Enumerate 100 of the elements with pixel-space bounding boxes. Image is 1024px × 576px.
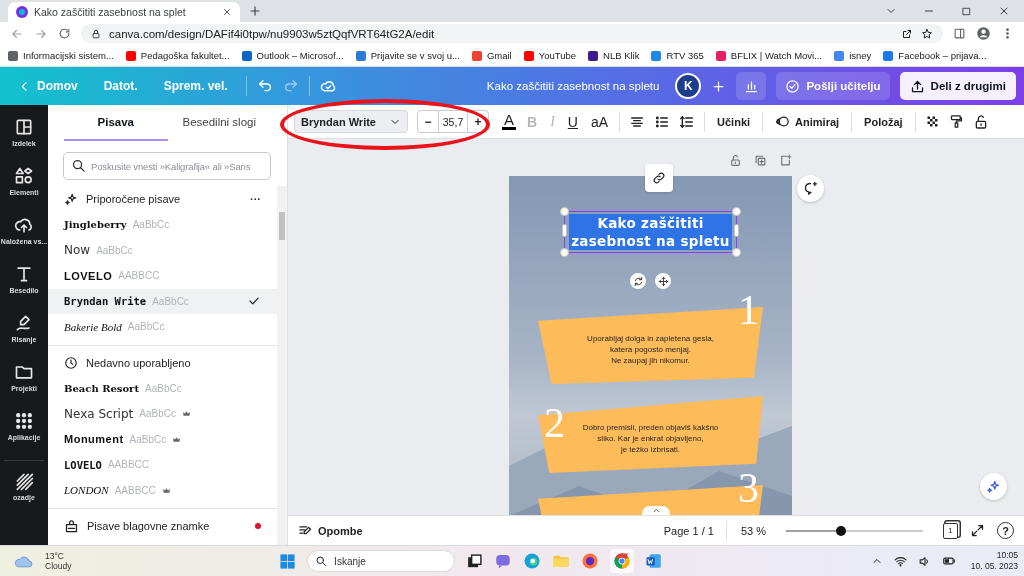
add-user-icon[interactable] <box>711 78 727 94</box>
word-icon[interactable] <box>645 552 664 570</box>
zoom-value[interactable]: 53 % <box>740 524 766 537</box>
scrollbar[interactable] <box>277 186 287 545</box>
font-sample: AaBbCc <box>96 244 133 256</box>
font-item[interactable]: LOVELO AABBCC <box>48 452 277 478</box>
font-dropdown[interactable]: Bryndan Write <box>294 110 408 133</box>
address-bar[interactable]: canva.com/design/DAFif4i0tpw/nu9903w5ztQqfVRT64tG2A/edit <box>81 24 943 43</box>
bookmark[interactable]: Informacijski sistem... <box>8 50 114 61</box>
bookmark[interactable]: Outlook – Microsof... <box>241 50 344 61</box>
font-name: Jingleberry <box>64 219 127 231</box>
text-icon <box>14 264 34 284</box>
profile-icon[interactable] <box>976 26 991 41</box>
font-item[interactable]: Nexa Script AaBbCc <box>48 401 277 427</box>
font-item[interactable]: Bryndan Write AaBbCc <box>48 288 277 314</box>
bookmark[interactable]: YouTube <box>523 50 577 61</box>
position-button[interactable]: Položaj <box>861 115 906 128</box>
increase-button[interactable]: + <box>468 111 488 132</box>
card-text: Dobro premisli, preden objaviš kakšno sliko. Kar je enkrat objavljeno, je težko izbrisati. <box>582 422 719 455</box>
panel-tab[interactable]: Besedilni slogi <box>167 105 271 141</box>
rotate-handle[interactable] <box>630 273 646 289</box>
bookmark[interactable]: BFLIX | Watch Movi... <box>715 50 823 61</box>
bookmark[interactable]: RTV 365 <box>651 50 704 61</box>
unlock-icon[interactable] <box>729 154 742 167</box>
decrease-button[interactable]: − <box>418 111 438 132</box>
font-item[interactable]: Monument AaBbCc <box>48 426 277 452</box>
share-button[interactable]: Deli z drugimi <box>899 72 1016 100</box>
font-item[interactable]: Jingleberry AaBbCc <box>48 212 277 238</box>
magic-button[interactable] <box>980 473 1007 500</box>
wifi-icon[interactable] <box>893 554 907 568</box>
slider-thumb[interactable] <box>835 525 846 536</box>
font-name: Bakerie Bold <box>64 320 122 333</box>
font-item[interactable]: Bakerie Bold AaBbCc <box>48 314 277 340</box>
taskbar-search-field[interactable]: Iskanje <box>307 550 456 572</box>
font-item[interactable]: LOVELO AABBCC <box>48 263 277 289</box>
font-item[interactable]: Now AaBbCc <box>48 237 277 263</box>
fullscreen-icon[interactable] <box>970 523 985 538</box>
bookmark[interactable]: Gmail <box>471 50 512 61</box>
resize-handle[interactable] <box>733 224 739 237</box>
side-panel-icon[interactable] <box>953 27 966 40</box>
edge-browser-icon[interactable] <box>523 552 542 570</box>
add-page-icon[interactable] <box>779 154 792 167</box>
duplicate-page-icon[interactable] <box>754 154 767 167</box>
font-item[interactable]: Beach Resort AaBbCc <box>48 375 277 401</box>
start-icon[interactable] <box>279 552 297 570</box>
task-view-icon[interactable] <box>466 552 484 570</box>
text-color-button[interactable]: A <box>502 113 516 130</box>
font-size-value[interactable]: 35,7 <box>438 111 468 132</box>
insights-button[interactable] <box>736 72 767 100</box>
design-title[interactable]: Kako zaščititi zasebnost na spletu <box>486 80 660 92</box>
bookmark[interactable]: Pedagoška fakultet... <box>125 50 230 61</box>
shapes-icon <box>14 166 34 186</box>
format-button[interactable]: U <box>565 113 580 130</box>
star-icon[interactable] <box>921 27 933 40</box>
cloud-icon <box>14 553 34 569</box>
link-button[interactable] <box>645 164 673 192</box>
restore-icon[interactable] <box>961 5 972 17</box>
section-title: Pisave blagovne znamke <box>87 520 210 532</box>
bookmark[interactable]: isney <box>834 50 872 61</box>
resize-handle[interactable] <box>562 224 568 237</box>
comment-button[interactable] <box>797 175 824 202</box>
battery-icon[interactable] <box>941 554 956 568</box>
send-button[interactable]: Pošlji učitelju <box>776 72 890 100</box>
animate-button[interactable]: Animiraj <box>772 114 843 129</box>
avatar[interactable]: K <box>675 73 702 99</box>
resize-handle[interactable] <box>560 248 570 257</box>
bookmark[interactable]: Prijavite se v svoj u... <box>355 50 460 61</box>
format-button[interactable]: aA <box>588 113 611 130</box>
undo-icon[interactable] <box>256 78 273 94</box>
clock[interactable]: 10:05 10. 05. 2023 <box>970 550 1018 572</box>
bookmark[interactable]: Facebook – prijava... <box>883 50 987 61</box>
font-item[interactable]: LONDON AABBCC <box>48 477 277 503</box>
font-name: Nexa Script <box>64 406 134 421</box>
chat-app-icon[interactable] <box>494 552 513 570</box>
browser-tab[interactable]: Kako zaščititi zasebnost na splet <box>8 2 240 22</box>
share-icon[interactable] <box>901 27 913 40</box>
notes-button[interactable]: Opombe <box>298 523 363 538</box>
taskbar-app[interactable] <box>610 549 635 573</box>
bookmark[interactable]: NLB Klik <box>588 50 640 61</box>
effects-button[interactable]: Učinki <box>714 115 754 128</box>
font-search-field[interactable]: Poskusite vnesti »Kaligrafija« ali »Sans <box>63 152 271 180</box>
firefox-icon[interactable] <box>581 552 600 570</box>
move-handle[interactable] <box>655 273 671 289</box>
page-count-button[interactable]: 1 <box>943 522 958 539</box>
speaker-icon[interactable] <box>917 554 931 568</box>
panel-tab[interactable]: Pisava <box>64 105 168 141</box>
font-name: Monument <box>64 433 124 446</box>
paint-roller-icon[interactable] <box>948 114 964 129</box>
page-indicator[interactable]: Page 1 / 1 <box>663 524 714 537</box>
reload-icon[interactable] <box>58 27 71 40</box>
temperature[interactable]: 13°C <box>45 551 72 561</box>
close-icon[interactable] <box>222 7 232 17</box>
font-sample: AABBCC <box>114 484 156 496</box>
new-tab-icon[interactable] <box>248 4 262 18</box>
close-icon[interactable] <box>998 5 1010 17</box>
add-comment-icon <box>803 181 818 196</box>
resize-handle[interactable] <box>560 207 570 216</box>
more-button[interactable]: ··· <box>250 193 261 205</box>
line-spacing-icon[interactable] <box>679 113 696 130</box>
weather-text[interactable]: Cloudy <box>45 561 72 571</box>
